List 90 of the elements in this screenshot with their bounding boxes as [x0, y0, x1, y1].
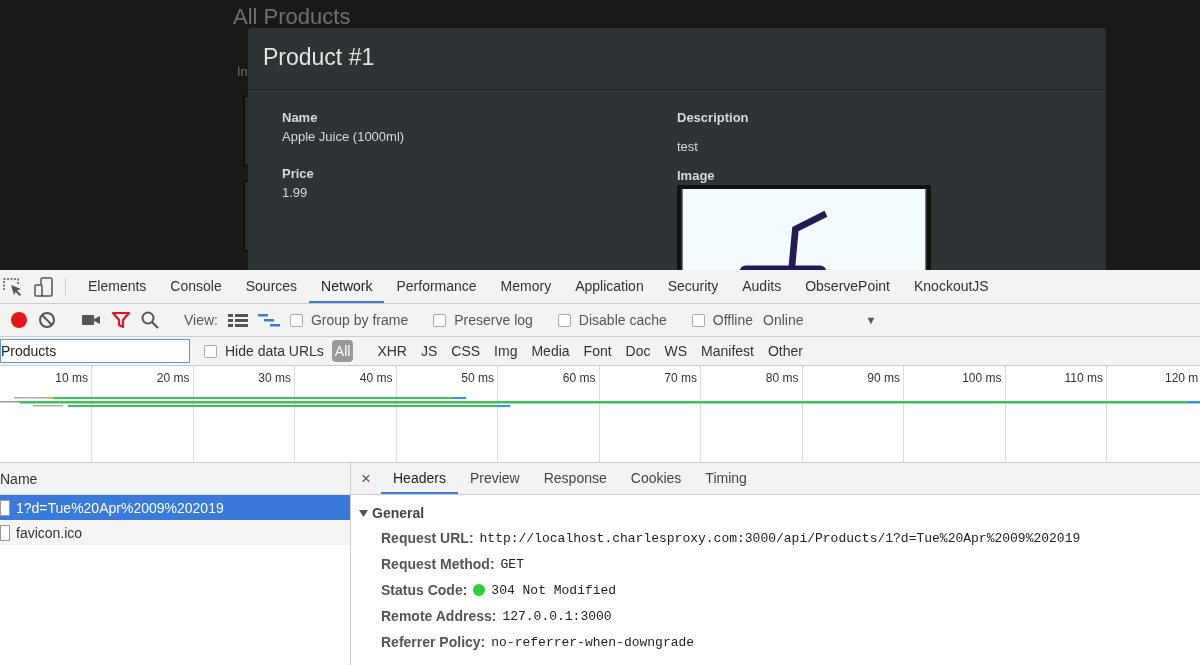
- header-name: Remote Address:: [381, 608, 497, 624]
- request-name: 1?d=Tue%20Apr%2009%202019: [16, 499, 224, 516]
- request-name: favicon.ico: [16, 524, 83, 541]
- checkbox[interactable]: [290, 313, 303, 327]
- header-name: Request Method:: [381, 556, 495, 572]
- inspect-icon[interactable]: [2, 275, 24, 298]
- header-value: no-referrer-when-downgrade: [491, 634, 695, 650]
- dropdown-arrow[interactable]: ▼: [865, 314, 877, 326]
- devtools-tab[interactable]: Application: [563, 270, 656, 303]
- device-icon[interactable]: [33, 275, 55, 298]
- devtools-tab[interactable]: Audits: [730, 270, 794, 303]
- field-value: Apple Juice (1000ml): [282, 129, 406, 144]
- header-name: Referrer Policy:: [381, 634, 486, 650]
- filter-type[interactable]: XHR: [374, 340, 410, 362]
- checkbox[interactable]: [433, 313, 447, 327]
- checkbox-label: Hide data URLs: [225, 343, 324, 359]
- field-value: 1.99: [282, 185, 309, 200]
- header-value: 127.0.0.1:3000: [502, 608, 612, 624]
- modal-title: Product #1: [248, 28, 1106, 90]
- tick-label: 90 ms: [867, 371, 900, 385]
- tick-label: 100 ms: [962, 371, 1002, 385]
- page-heading: All Products: [233, 4, 351, 30]
- field-label: Price: [282, 166, 315, 181]
- waterfall-view-icon[interactable]: [258, 312, 280, 328]
- devtools-tab[interactable]: ObservePoint: [793, 270, 902, 303]
- checkbox[interactable]: [557, 313, 571, 327]
- filter-type[interactable]: Other: [765, 340, 806, 362]
- filter-type[interactable]: Font: [580, 340, 615, 362]
- tick-label: 70 ms: [664, 371, 697, 385]
- field-label: Description: [677, 110, 750, 125]
- header-value: GET: [500, 556, 524, 572]
- file-icon: [0, 524, 10, 541]
- filter-type[interactable]: Doc: [622, 340, 654, 362]
- devtools-tab[interactable]: KnockoutJS: [902, 270, 1001, 303]
- tick-label: 50 ms: [461, 371, 494, 385]
- field-label: Name: [282, 110, 319, 125]
- checkbox[interactable]: [204, 344, 217, 358]
- checkbox-label: Offline: [712, 312, 753, 328]
- column-header[interactable]: Name: [0, 463, 350, 495]
- tick-label: 120 m: [1165, 371, 1199, 385]
- table-header-text: In: [237, 64, 248, 79]
- filter-type[interactable]: WS: [661, 340, 691, 362]
- request-row[interactable]: 1?d=Tue%20Apr%2009%202019: [0, 495, 350, 520]
- tick-label: 20 ms: [156, 371, 190, 385]
- filter-type[interactable]: CSS: [448, 340, 484, 362]
- record-button[interactable]: [10, 311, 28, 329]
- devtools-tab[interactable]: Security: [655, 270, 731, 303]
- devtools-tab[interactable]: Sources: [233, 270, 310, 303]
- header-name: Request URL:: [381, 530, 474, 546]
- filter-type[interactable]: Media: [528, 340, 573, 362]
- throttle-select[interactable]: Online: [763, 312, 804, 328]
- detail-tab[interactable]: Timing: [693, 463, 759, 494]
- tick-label: 40 ms: [359, 371, 393, 385]
- devtools-tab[interactable]: Console: [158, 270, 234, 303]
- detail-tab[interactable]: Response: [531, 463, 619, 494]
- header-value: http://localhost.charlesproxy.com:3000/api/Products/1?d=Tue%20Apr%2009%202019: [479, 530, 1081, 546]
- expanded-triangle-icon[interactable]: [359, 508, 368, 518]
- field-value: test: [677, 139, 699, 154]
- list-view-icon[interactable]: [228, 312, 248, 328]
- view-label: View:: [184, 312, 218, 328]
- checkbox-label: Disable cache: [578, 312, 667, 328]
- header-name: Status Code:: [381, 582, 468, 598]
- tick-label: 30 ms: [258, 371, 291, 385]
- camera-icon[interactable]: [81, 312, 101, 328]
- file-icon: [0, 499, 10, 516]
- filter-type[interactable]: JS: [417, 340, 441, 362]
- tick-label: 10 ms: [55, 371, 88, 385]
- checkbox[interactable]: [691, 313, 705, 327]
- section-title[interactable]: General: [372, 505, 425, 521]
- detail-tab[interactable]: Preview: [457, 463, 532, 494]
- devtools-tab[interactable]: Elements: [76, 270, 159, 303]
- devtools-tab[interactable]: Memory: [488, 270, 564, 303]
- filter-input[interactable]: Products: [0, 339, 190, 363]
- tick-label: 110 ms: [1064, 371, 1103, 385]
- tick-label: 80 ms: [765, 371, 799, 385]
- tick-label: 60 ms: [562, 371, 596, 385]
- detail-tab[interactable]: Cookies: [618, 463, 694, 494]
- header-value: 304 Not Modified: [491, 582, 617, 598]
- devtools-tab[interactable]: Performance: [384, 270, 489, 303]
- search-icon[interactable]: [141, 311, 159, 329]
- clear-icon[interactable]: [38, 311, 56, 329]
- close-button[interactable]: ×: [351, 463, 381, 494]
- checkbox-label: Group by frame: [311, 312, 409, 328]
- checkbox-label: Preserve log: [454, 312, 533, 328]
- detail-tab[interactable]: Headers: [381, 463, 458, 494]
- field-label: Image: [677, 168, 716, 183]
- filter-icon[interactable]: [111, 311, 131, 329]
- filter-type[interactable]: Manifest: [698, 340, 757, 362]
- request-row[interactable]: favicon.ico: [0, 520, 350, 545]
- filter-type[interactable]: Img: [491, 340, 521, 362]
